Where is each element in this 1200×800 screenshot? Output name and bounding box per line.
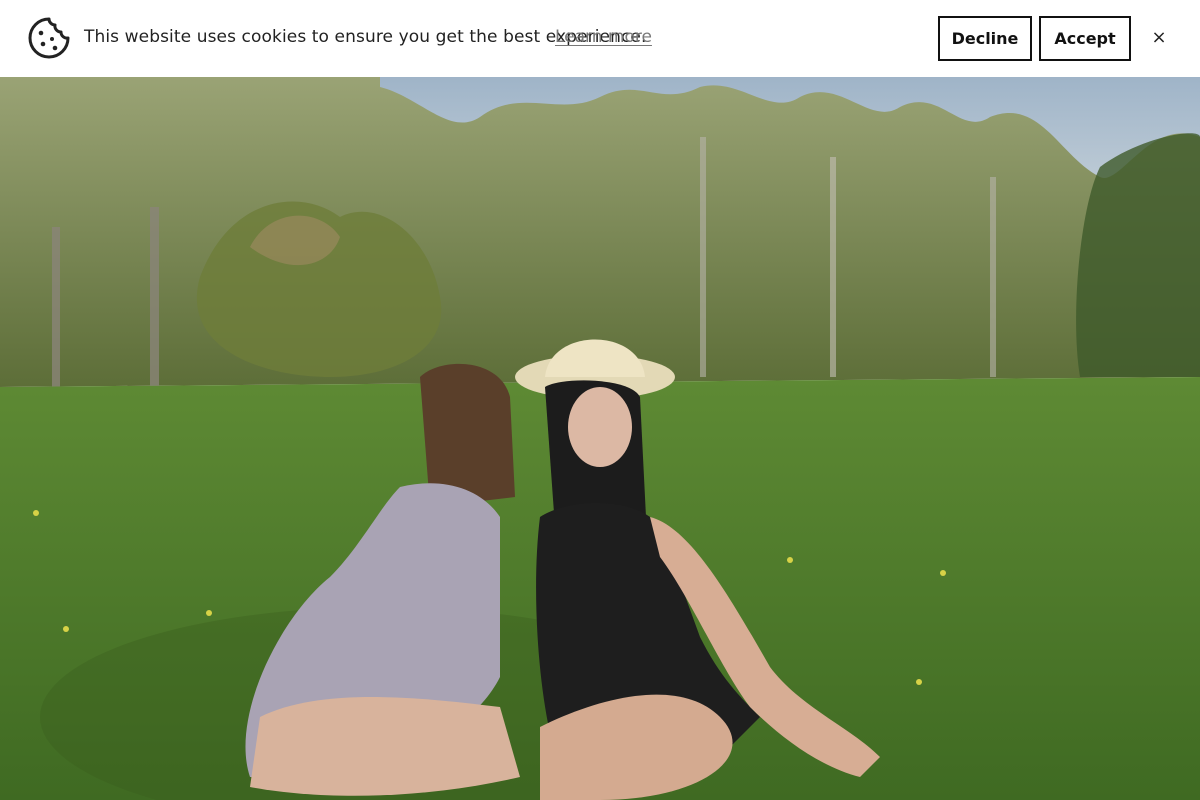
hero-image bbox=[0, 77, 1200, 800]
decline-button[interactable]: Decline bbox=[938, 16, 1032, 61]
cookie-icon bbox=[28, 17, 70, 59]
page: This website uses cookies to ensure you … bbox=[0, 0, 1200, 800]
learn-more-link[interactable]: Learn more bbox=[555, 27, 652, 47]
accept-button[interactable]: Accept bbox=[1039, 16, 1131, 61]
cookie-banner: This website uses cookies to ensure you … bbox=[0, 0, 1200, 77]
close-icon[interactable]: × bbox=[1148, 25, 1170, 49]
hero-photo-illustration bbox=[0, 77, 1200, 800]
